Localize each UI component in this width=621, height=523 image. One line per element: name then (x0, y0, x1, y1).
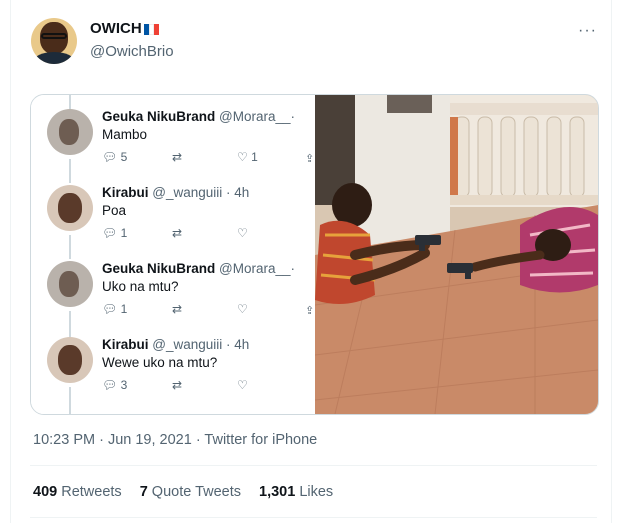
thread-item: Kirabui @_wanguiii · 4h Wewe uko na mtu?… (31, 323, 315, 403)
reply-icon: 💬︎ 3 (102, 378, 128, 392)
like-count: 1 (251, 150, 258, 164)
thread-item-name: Kirabui (102, 337, 149, 352)
quote-tweets-count: 7 (139, 484, 148, 500)
thread-item-text: Mambo (102, 127, 148, 142)
thread-item-handle: @_wanguiii (152, 337, 223, 352)
thread-item-text: Poa (102, 203, 127, 218)
like-icon: ♡ 1 (237, 150, 258, 164)
retweet-icon: ⇄ (172, 378, 183, 392)
retweet-icon: ⇄ (172, 302, 183, 316)
reply-icon: 💬︎ 5 (102, 150, 128, 164)
share-icon: ⇪ (305, 305, 315, 317)
like-icon: ♡ (237, 378, 248, 392)
thread-item-handle: @Morara__ (219, 109, 291, 124)
avatar (47, 337, 93, 383)
thread-item: Geuka NikuBrand @Morara__· Mambo 💬︎ 5 ⇄ … (31, 95, 315, 175)
likes-label: Likes (299, 484, 334, 500)
author-handle[interactable]: @OwichBrio (90, 43, 174, 60)
france-flag-icon (143, 22, 159, 35)
divider (30, 517, 597, 518)
thread-item-text: Wewe uko na mtu? (102, 355, 218, 370)
reply-icon: 💬︎ 1 (102, 302, 128, 316)
reply-icon: 💬︎ 1 (102, 226, 128, 240)
thread-item-handle: @Morara__ (219, 261, 291, 276)
retweets-stat[interactable]: 409 Retweets (33, 484, 122, 500)
retweet-icon: ⇄ (172, 226, 183, 240)
column-border-left (10, 0, 11, 523)
thread-item-name: Kirabui (102, 185, 149, 200)
share-icon: ⇪ (305, 153, 315, 165)
thread-item-meta: · (290, 109, 296, 124)
quote-tweets-stat[interactable]: 7 Quote Tweets (140, 484, 241, 500)
likes-stat[interactable]: 1,301 Likes (259, 484, 333, 500)
like-icon: ♡ (237, 226, 248, 240)
quoted-thread-screenshot: Geuka NikuBrand @Morara__· Mambo 💬︎ 5 ⇄ … (31, 95, 315, 414)
thread-item-name: Geuka NikuBrand (102, 109, 216, 124)
likes-count: 1,301 (259, 484, 296, 500)
quote-tweets-label: Quote Tweets (151, 484, 241, 500)
reply-count: 5 (120, 150, 128, 164)
author-avatar[interactable] (31, 18, 77, 64)
thread-item-meta: · 4h (226, 185, 250, 200)
like-icon: ♡ (237, 302, 248, 316)
reply-count: 1 (120, 302, 128, 316)
avatar (47, 109, 93, 155)
retweets-label: Retweets (61, 484, 122, 500)
tweet-media-image[interactable]: Geuka NikuBrand @Morara__· Mambo 💬︎ 5 ⇄ … (30, 94, 599, 415)
more-options-button[interactable]: ··· (578, 22, 597, 40)
thread-item-meta: · 4h (226, 337, 250, 352)
column-border-right (611, 0, 612, 523)
avatar (47, 261, 93, 307)
retweets-count: 409 (33, 484, 58, 500)
retweet-icon: ⇄ (172, 150, 183, 164)
reply-count: 1 (120, 226, 128, 240)
meme-photo-illustration (314, 95, 598, 414)
thread-item-meta: · (290, 261, 296, 276)
thread-item: Geuka NikuBrand @Morara__· Uko na mtu? 💬… (31, 247, 315, 327)
author-name-text: OWICH (90, 20, 142, 37)
tweet-stats: 409 Retweets 7 Quote Tweets 1,301 Likes (33, 484, 333, 500)
divider (30, 465, 597, 466)
thread-item-text: Uko na mtu? (102, 279, 179, 294)
meme-photo (314, 95, 598, 414)
reply-count: 3 (120, 378, 128, 392)
tweet-timestamp[interactable]: 10:23 PM · Jun 19, 2021 · Twitter for iP… (33, 432, 317, 448)
author-name[interactable]: OWICH (90, 20, 159, 37)
thread-item-name: Geuka NikuBrand (102, 261, 216, 276)
avatar (47, 185, 93, 231)
thread-item-handle: @_wanguiii (152, 185, 223, 200)
thread-item: Kirabui @_wanguiii · 4h Poa 💬︎ 1 ⇄ ♡ (31, 171, 315, 251)
